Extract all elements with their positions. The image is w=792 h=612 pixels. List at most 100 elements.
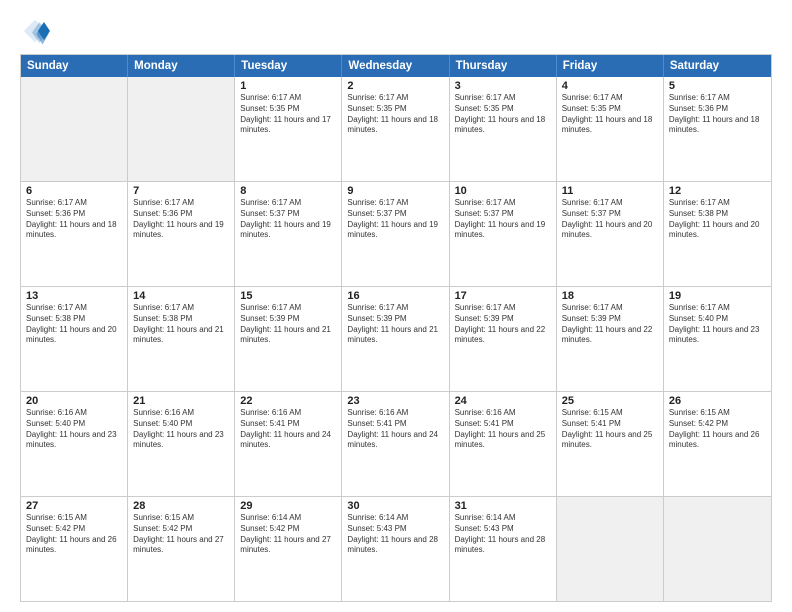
day-number: 18 — [562, 290, 658, 302]
day-number: 25 — [562, 395, 658, 407]
calendar-day-28: 28Sunrise: 6:15 AM Sunset: 5:42 PM Dayli… — [128, 497, 235, 601]
calendar-day-2: 2Sunrise: 6:17 AM Sunset: 5:35 PM Daylig… — [342, 77, 449, 181]
day-info: Sunrise: 6:17 AM Sunset: 5:37 PM Dayligh… — [455, 198, 551, 241]
calendar-day-12: 12Sunrise: 6:17 AM Sunset: 5:38 PM Dayli… — [664, 182, 771, 286]
day-info: Sunrise: 6:17 AM Sunset: 5:35 PM Dayligh… — [347, 93, 443, 136]
calendar-day-3: 3Sunrise: 6:17 AM Sunset: 5:35 PM Daylig… — [450, 77, 557, 181]
calendar-day-7: 7Sunrise: 6:17 AM Sunset: 5:36 PM Daylig… — [128, 182, 235, 286]
day-number: 28 — [133, 500, 229, 512]
day-number: 2 — [347, 80, 443, 92]
day-info: Sunrise: 6:17 AM Sunset: 5:40 PM Dayligh… — [669, 303, 766, 346]
calendar-day-21: 21Sunrise: 6:16 AM Sunset: 5:40 PM Dayli… — [128, 392, 235, 496]
day-number: 11 — [562, 185, 658, 197]
day-info: Sunrise: 6:15 AM Sunset: 5:42 PM Dayligh… — [133, 513, 229, 556]
day-info: Sunrise: 6:15 AM Sunset: 5:41 PM Dayligh… — [562, 408, 658, 451]
weekday-header-sunday: Sunday — [21, 55, 128, 77]
day-number: 19 — [669, 290, 766, 302]
calendar-day-29: 29Sunrise: 6:14 AM Sunset: 5:42 PM Dayli… — [235, 497, 342, 601]
day-number: 23 — [347, 395, 443, 407]
day-info: Sunrise: 6:17 AM Sunset: 5:38 PM Dayligh… — [133, 303, 229, 346]
logo — [20, 16, 54, 46]
day-info: Sunrise: 6:17 AM Sunset: 5:35 PM Dayligh… — [240, 93, 336, 136]
day-number: 29 — [240, 500, 336, 512]
empty-cell — [557, 497, 664, 601]
calendar-day-5: 5Sunrise: 6:17 AM Sunset: 5:36 PM Daylig… — [664, 77, 771, 181]
day-info: Sunrise: 6:17 AM Sunset: 5:39 PM Dayligh… — [562, 303, 658, 346]
calendar-day-22: 22Sunrise: 6:16 AM Sunset: 5:41 PM Dayli… — [235, 392, 342, 496]
calendar-day-30: 30Sunrise: 6:14 AM Sunset: 5:43 PM Dayli… — [342, 497, 449, 601]
day-info: Sunrise: 6:17 AM Sunset: 5:39 PM Dayligh… — [347, 303, 443, 346]
day-number: 20 — [26, 395, 122, 407]
day-info: Sunrise: 6:17 AM Sunset: 5:36 PM Dayligh… — [669, 93, 766, 136]
day-number: 31 — [455, 500, 551, 512]
day-number: 7 — [133, 185, 229, 197]
calendar-day-17: 17Sunrise: 6:17 AM Sunset: 5:39 PM Dayli… — [450, 287, 557, 391]
day-number: 15 — [240, 290, 336, 302]
calendar-day-26: 26Sunrise: 6:15 AM Sunset: 5:42 PM Dayli… — [664, 392, 771, 496]
day-info: Sunrise: 6:16 AM Sunset: 5:41 PM Dayligh… — [347, 408, 443, 451]
calendar-week-1: 1Sunrise: 6:17 AM Sunset: 5:35 PM Daylig… — [21, 77, 771, 182]
day-number: 10 — [455, 185, 551, 197]
day-number: 24 — [455, 395, 551, 407]
day-info: Sunrise: 6:17 AM Sunset: 5:35 PM Dayligh… — [562, 93, 658, 136]
day-number: 12 — [669, 185, 766, 197]
calendar-week-2: 6 Sunrise: 6:17 AM Sunset: 5:36 PM Daylig… — [21, 182, 771, 287]
calendar-day-31: 31Sunrise: 6:14 AM Sunset: 5:43 PM Dayli… — [450, 497, 557, 601]
calendar-day-25: 25Sunrise: 6:15 AM Sunset: 5:41 PM Dayli… — [557, 392, 664, 496]
day-number: 4 — [562, 80, 658, 92]
calendar-day-11: 11Sunrise: 6:17 AM Sunset: 5:37 PM Dayli… — [557, 182, 664, 286]
calendar-day-16: 16Sunrise: 6:17 AM Sunset: 5:39 PM Dayli… — [342, 287, 449, 391]
day-info: Sunrise: 6:17 AM Sunset: 5:36 PM Dayligh… — [133, 198, 229, 241]
calendar-day-24: 24Sunrise: 6:16 AM Sunset: 5:41 PM Dayli… — [450, 392, 557, 496]
empty-cell — [128, 77, 235, 181]
day-number: 30 — [347, 500, 443, 512]
day-number: 6 — [26, 185, 122, 197]
header — [20, 16, 772, 46]
day-info: Sunrise: 6:17 AM Sunset: 5:39 PM Dayligh… — [455, 303, 551, 346]
day-number: 3 — [455, 80, 551, 92]
calendar-day-27: 27Sunrise: 6:15 AM Sunset: 5:42 PM Dayli… — [21, 497, 128, 601]
day-number: 8 — [240, 185, 336, 197]
calendar-day-6: 6Sunrise: 6:17 AM Sunset: 5:36 PM Daylig… — [21, 182, 128, 286]
calendar-day-1: 1Sunrise: 6:17 AM Sunset: 5:35 PM Daylig… — [235, 77, 342, 181]
weekday-header-thursday: Thursday — [450, 55, 557, 77]
day-number: 16 — [347, 290, 443, 302]
day-number: 9 — [347, 185, 443, 197]
calendar-day-15: 15Sunrise: 6:17 AM Sunset: 5:39 PM Dayli… — [235, 287, 342, 391]
empty-cell — [21, 77, 128, 181]
calendar-day-18: 18Sunrise: 6:17 AM Sunset: 5:39 PM Dayli… — [557, 287, 664, 391]
day-info: Sunrise: 6:14 AM Sunset: 5:42 PM Dayligh… — [240, 513, 336, 556]
day-info: Sunrise: 6:15 AM Sunset: 5:42 PM Dayligh… — [26, 513, 122, 556]
day-info: Sunrise: 6:17 AM Sunset: 5:37 PM Dayligh… — [240, 198, 336, 241]
day-number: 26 — [669, 395, 766, 407]
weekday-header-wednesday: Wednesday — [342, 55, 449, 77]
day-info: Sunrise: 6:16 AM Sunset: 5:41 PM Dayligh… — [455, 408, 551, 451]
day-info: Sunrise: 6:16 AM Sunset: 5:40 PM Dayligh… — [133, 408, 229, 451]
weekday-header-monday: Monday — [128, 55, 235, 77]
day-number: 5 — [669, 80, 766, 92]
weekday-header-tuesday: Tuesday — [235, 55, 342, 77]
day-info: Sunrise: 6:17 AM Sunset: 5:38 PM Dayligh… — [669, 198, 766, 241]
empty-cell — [664, 497, 771, 601]
calendar-day-20: 20Sunrise: 6:16 AM Sunset: 5:40 PM Dayli… — [21, 392, 128, 496]
logo-icon — [20, 16, 50, 46]
day-number: 22 — [240, 395, 336, 407]
day-number: 17 — [455, 290, 551, 302]
calendar-week-4: 20 Sunrise: 6:16 AM Sunset: 5:40 PM Dayli… — [21, 392, 771, 497]
calendar: SundayMondayTuesdayWednesdayThursdayFrid… — [20, 54, 772, 602]
calendar-day-8: 8Sunrise: 6:17 AM Sunset: 5:37 PM Daylig… — [235, 182, 342, 286]
calendar-day-4: 4Sunrise: 6:17 AM Sunset: 5:35 PM Daylig… — [557, 77, 664, 181]
weekday-header-saturday: Saturday — [664, 55, 771, 77]
page: SundayMondayTuesdayWednesdayThursdayFrid… — [0, 0, 792, 612]
calendar-body: 1Sunrise: 6:17 AM Sunset: 5:35 PM Daylig… — [21, 77, 771, 601]
day-info: Sunrise: 6:17 AM Sunset: 5:39 PM Dayligh… — [240, 303, 336, 346]
day-info: Sunrise: 6:14 AM Sunset: 5:43 PM Dayligh… — [347, 513, 443, 556]
calendar-day-9: 9Sunrise: 6:17 AM Sunset: 5:37 PM Daylig… — [342, 182, 449, 286]
day-number: 1 — [240, 80, 336, 92]
weekday-header-friday: Friday — [557, 55, 664, 77]
calendar-day-13: 13Sunrise: 6:17 AM Sunset: 5:38 PM Dayli… — [21, 287, 128, 391]
calendar-week-3: 13Sunrise: 6:17 AM Sunset: 5:38 PM Dayli… — [21, 287, 771, 392]
calendar-header: SundayMondayTuesdayWednesdayThursdayFrid… — [21, 55, 771, 77]
day-info: Sunrise: 6:16 AM Sunset: 5:41 PM Dayligh… — [240, 408, 336, 451]
day-number: 27 — [26, 500, 122, 512]
